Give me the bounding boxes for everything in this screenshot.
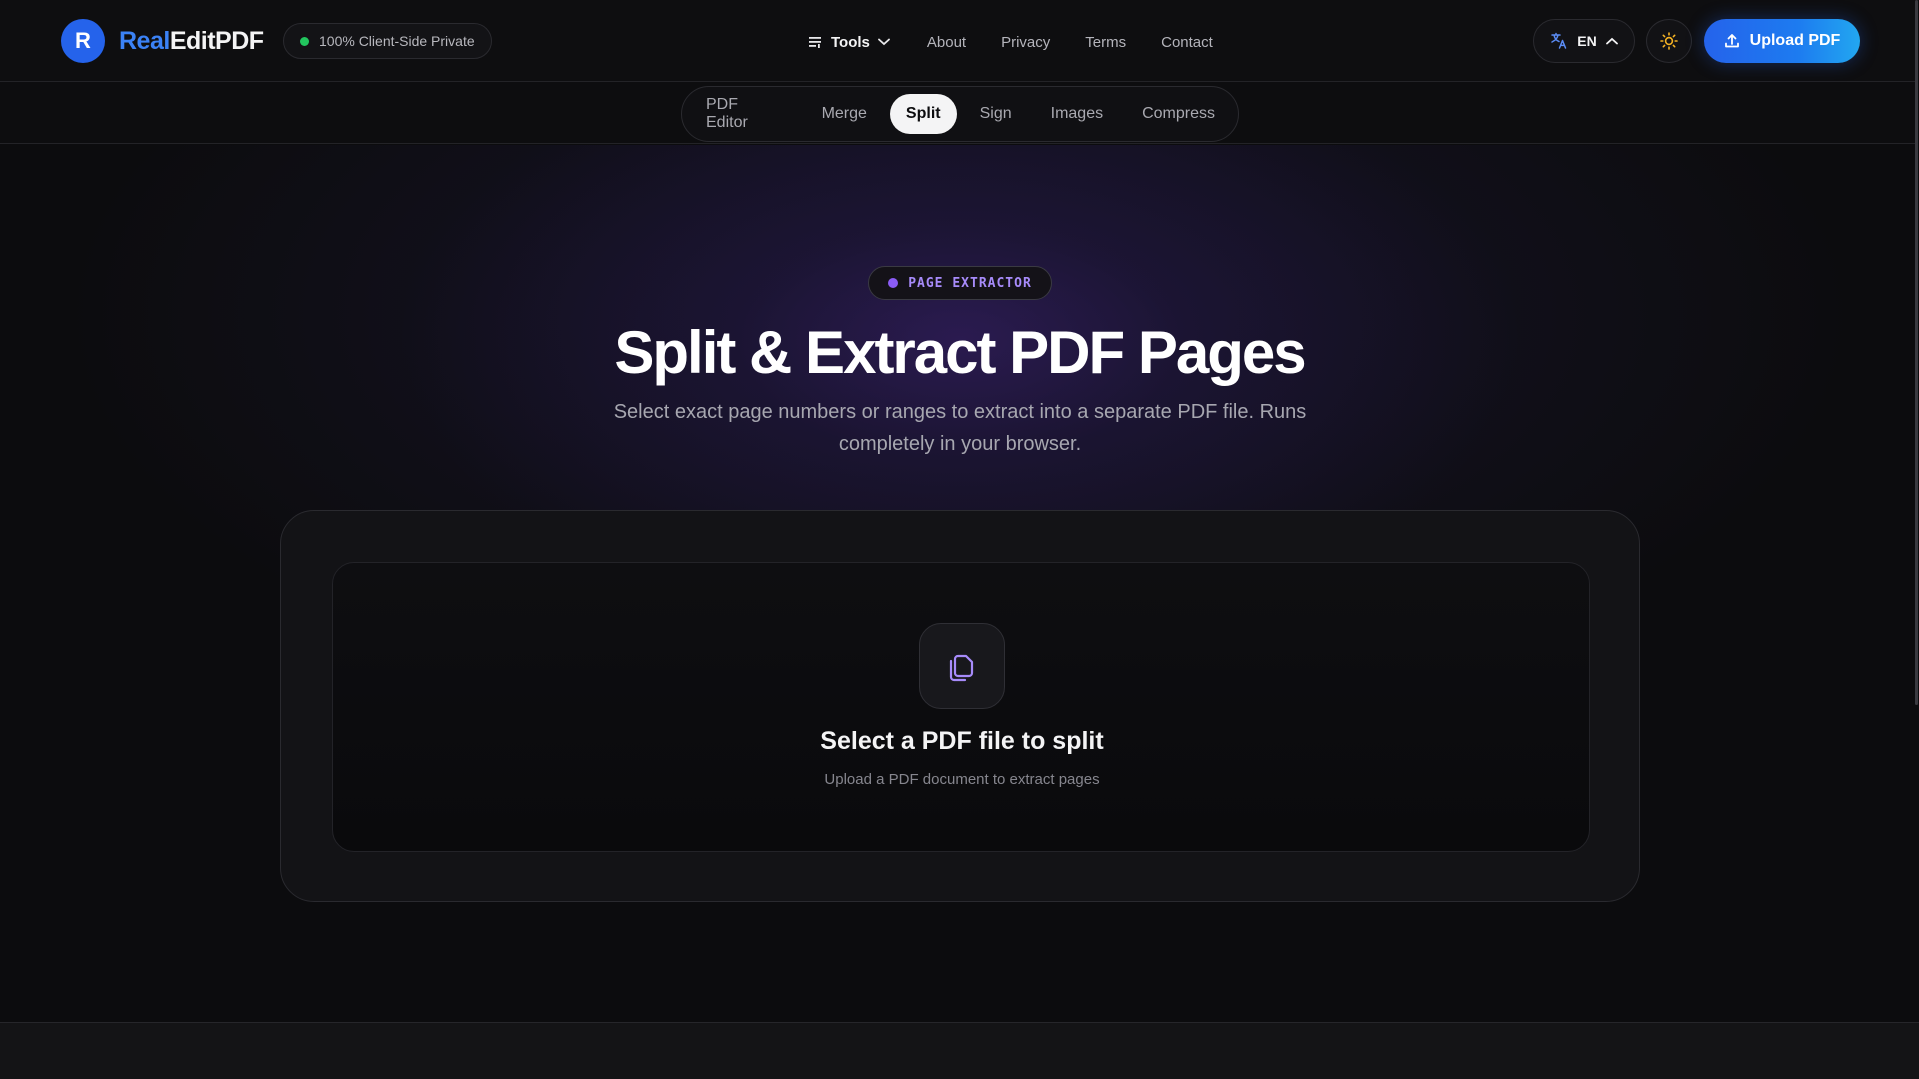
tool-tab-bar: PDF Editor Merge Split Sign Images Compr…: [0, 82, 1919, 144]
nav-privacy-link[interactable]: Privacy: [1001, 34, 1050, 51]
brand-name-editpdf: EditPDF: [169, 26, 264, 55]
nav-about-link[interactable]: About: [927, 34, 966, 51]
tools-menu-icon: [809, 37, 821, 48]
nav-contact-link[interactable]: Contact: [1161, 34, 1213, 51]
file-dropzone[interactable]: Select a PDF file to split Upload a PDF …: [332, 562, 1590, 852]
dropzone-title: Select a PDF file to split: [820, 727, 1104, 755]
privacy-badge: 100% Client-Side Private: [283, 23, 492, 59]
badge-label: PAGE EXTRACTOR: [908, 275, 1032, 291]
logo-mark: R: [61, 19, 105, 63]
sun-icon: [1660, 32, 1678, 50]
brand-logo[interactable]: R RealEditPDF: [61, 19, 264, 63]
page-extractor-badge: PAGE EXTRACTOR: [868, 266, 1052, 300]
footer: [0, 1022, 1919, 1079]
status-dot-icon: [300, 36, 309, 46]
app-window: R RealEditPDF 100% Client-Side Private T…: [0, 0, 1919, 1079]
dropzone-icon-box: [919, 623, 1005, 709]
privacy-badge-label: 100% Client-Side Private: [319, 33, 475, 49]
page-title: Split & Extract PDF Pages: [614, 319, 1306, 386]
tools-menu-label: Tools: [831, 33, 870, 51]
theme-toggle-button[interactable]: [1646, 19, 1692, 63]
upload-pdf-button[interactable]: Upload PDF: [1704, 19, 1860, 63]
copy-pages-icon: [949, 654, 974, 682]
tool-tabs: PDF Editor Merge Split Sign Images Compr…: [681, 86, 1239, 142]
tab-pdf-editor[interactable]: PDF Editor: [690, 94, 799, 134]
translate-icon: [1551, 32, 1567, 49]
tab-sign[interactable]: Sign: [964, 94, 1028, 134]
tab-split[interactable]: Split: [889, 94, 957, 134]
language-label: EN: [1577, 33, 1597, 49]
tab-compress[interactable]: Compress: [1126, 94, 1231, 134]
brand-name-real: Real: [119, 26, 170, 55]
nav-terms-link[interactable]: Terms: [1085, 34, 1126, 51]
top-header: R RealEditPDF 100% Client-Side Private T…: [0, 0, 1919, 82]
dropzone-subtitle: Upload a PDF document to extract pages: [824, 771, 1100, 788]
upload-panel: Select a PDF file to split Upload a PDF …: [280, 510, 1640, 902]
page-subtitle: Select exact page numbers or ranges to e…: [613, 401, 1307, 455]
language-selector[interactable]: EN: [1533, 19, 1635, 63]
top-nav: Tools About Privacy Terms Contact: [809, 27, 1248, 57]
chevron-up-icon: [1605, 37, 1618, 45]
brand-name: RealEditPDF: [119, 27, 264, 56]
tab-images[interactable]: Images: [1035, 94, 1119, 134]
chevron-down-icon: [877, 38, 890, 46]
scrollbar-thumb[interactable]: [1915, 0, 1918, 705]
upload-pdf-label: Upload PDF: [1749, 32, 1841, 49]
tab-merge[interactable]: Merge: [806, 94, 883, 134]
badge-dot-icon: [888, 278, 899, 288]
tools-menu-button[interactable]: Tools: [809, 34, 890, 51]
upload-icon: [1724, 34, 1739, 48]
